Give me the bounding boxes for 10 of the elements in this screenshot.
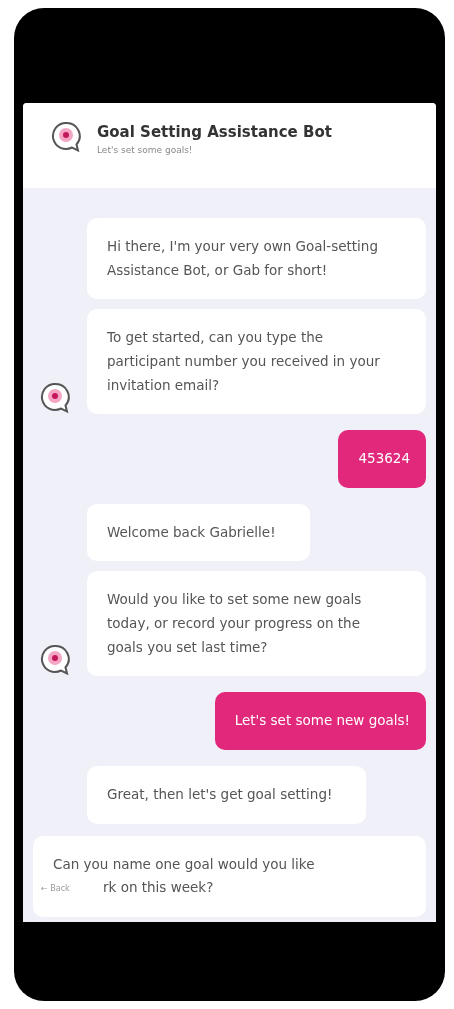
bot-message: Great, then let's get goal setting! <box>87 765 367 824</box>
bot-message: To get started, can you type the participant number you received in your invitation email? <box>87 309 426 415</box>
user-message: 453624 <box>338 430 426 488</box>
bot-message: Welcome back Gabrielle! <box>87 503 310 562</box>
user-message: Let's set some new goals! <box>214 692 426 750</box>
bot-title: Goal Setting Assistance Bot <box>97 122 332 143</box>
bot-message: Would you like to set some new goals today, or record your progress on the goals you set last time? <box>87 571 426 677</box>
bot-avatar-icon <box>51 121 81 153</box>
bot-subtitle: Let's set some goals! <box>97 143 194 157</box>
bot-message: Hi there, I'm your very own Goal-setting Assistance Bot, or Gab for short! <box>87 218 426 300</box>
